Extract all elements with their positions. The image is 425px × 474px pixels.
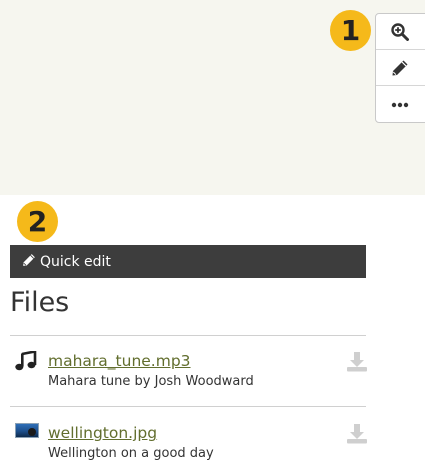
file-description: Wellington on a good day: [48, 446, 214, 461]
quick-edit-button[interactable]: Quick edit: [10, 245, 366, 278]
pencil-icon: [22, 253, 40, 271]
more-options-button[interactable]: [376, 86, 425, 122]
files-heading: Files: [10, 287, 70, 318]
image-thumbnail: [15, 423, 39, 438]
block-toolbar: [375, 13, 425, 123]
pencil-icon: [391, 59, 409, 77]
zoom-in-button[interactable]: [376, 14, 425, 50]
divider: [10, 335, 366, 336]
quick-edit-label: Quick edit: [40, 253, 111, 270]
file-link[interactable]: mahara_tune.mp3: [48, 352, 191, 370]
list-item: wellington.jpg Wellington on a good day: [10, 412, 368, 472]
divider: [10, 406, 366, 407]
edit-button[interactable]: [376, 50, 425, 86]
download-button[interactable]: [346, 424, 368, 448]
more-icon: [391, 102, 409, 108]
callout-marker-1: 1: [330, 10, 371, 51]
music-icon: [15, 349, 37, 375]
download-icon: [346, 352, 368, 376]
file-link[interactable]: wellington.jpg: [48, 424, 157, 442]
image-thumbnail-preview: [15, 423, 39, 438]
download-icon: [346, 424, 368, 448]
download-button[interactable]: [346, 352, 368, 376]
zoom-in-icon: [391, 22, 409, 41]
callout-marker-2: 2: [17, 201, 58, 242]
file-description: Mahara tune by Josh Woodward: [48, 374, 254, 389]
list-item: mahara_tune.mp3 Mahara tune by Josh Wood…: [10, 340, 368, 400]
